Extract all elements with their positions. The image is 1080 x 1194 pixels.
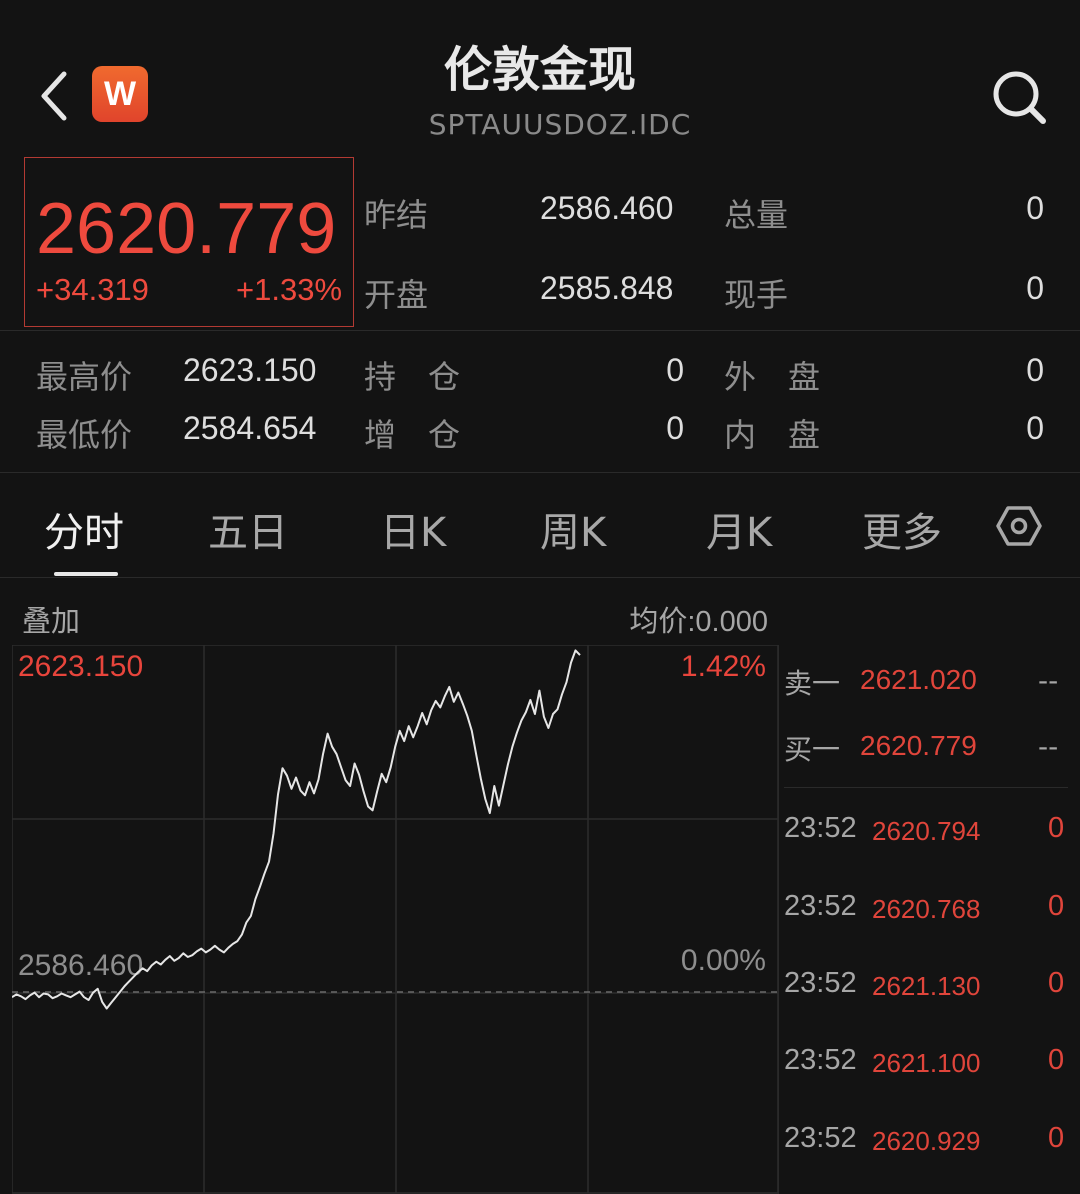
high-label: 最高价 [36,358,133,396]
chart-base-pct: 0.00% [681,944,766,977]
volume-value: 0 [1026,190,1044,226]
price-change: +34.319 [36,272,149,307]
divider [0,330,1080,331]
tab-weekly-k[interactable]: 周K [540,500,606,558]
open-interest-label: 持 仓 [364,358,461,396]
current-hand-label: 现手 [724,276,789,314]
low-value: 2584.654 [183,410,317,446]
volume-label: 总量 [724,196,789,234]
outer-value: 0 [1026,352,1044,388]
tick-time: 23:52 [784,1044,857,1076]
chart-grid [12,645,779,1194]
chart-base-price: 2586.460 [18,949,143,982]
tick-volume: 0 [1048,1044,1065,1076]
ask1-label: 卖一 [784,667,841,700]
tick-time: 23:52 [784,1122,857,1154]
tab-five-day[interactable]: 五日 [208,500,288,558]
outer-label: 外 盘 [724,358,821,396]
tick-volume: 0 [1048,890,1065,922]
avg-price: 均价:0.000 [629,606,768,638]
chart-top-price: 2623.150 [18,650,143,683]
open-label: 开盘 [364,276,429,314]
tick-time: 23:52 [784,812,857,844]
chart-top-pct: 1.42% [681,650,766,683]
ask1-price: 2621.020 [860,664,977,695]
tick-volume: 0 [1048,1122,1065,1154]
bid1-label: 买一 [784,733,841,766]
overlay-button[interactable]: 叠加 [22,598,80,640]
tick-price: 2620.768 [872,894,981,924]
high-value: 2623.150 [183,352,317,388]
tab-daily-k[interactable]: 日K [380,500,446,558]
settings-icon[interactable] [996,504,1042,552]
prev-settle-label: 昨结 [364,196,429,234]
tick-price: 2621.100 [872,1048,981,1078]
tick-time: 23:52 [784,967,857,999]
active-tab-indicator [54,572,118,576]
ask1-volume: -- [1038,664,1059,697]
page-title: 伦敦金现 [443,42,636,98]
last-price: 2620.779 [36,189,337,269]
oi-change-label: 增 仓 [364,416,461,454]
search-icon[interactable] [988,66,1052,130]
tick-volume: 0 [1048,812,1065,844]
divider [778,645,779,1194]
symbol-code: SPTAUUSDOZ.IDC [428,108,692,141]
tick-volume: 0 [1048,967,1065,999]
open-interest-value: 0 [666,352,684,388]
tick-price: 2620.794 [872,816,981,846]
bid1-volume: -- [1038,730,1059,763]
tick-price: 2621.130 [872,971,981,1001]
divider [0,577,1080,578]
divider [0,472,1080,473]
open-value: 2585.848 [540,270,674,306]
tick-time: 23:52 [784,890,857,922]
oi-change-value: 0 [666,410,684,446]
intraday-chart[interactable]: 2623.150 1.42% 2586.460 0.00% [12,645,780,1194]
price-change-pct: +1.33% [236,272,343,307]
prev-settle-value: 2586.460 [540,190,674,226]
bid1-price: 2620.779 [860,730,977,761]
tab-more[interactable]: 更多 [862,500,942,558]
inner-value: 0 [1026,410,1044,446]
low-label: 最低价 [36,416,133,454]
tab-monthly-k[interactable]: 月K [706,500,772,558]
inner-label: 内 盘 [724,416,821,454]
tick-price: 2620.929 [872,1126,981,1156]
divider [784,787,1068,788]
tab-intraday[interactable]: 分时 [44,500,124,558]
current-hand-value: 0 [1026,270,1044,306]
